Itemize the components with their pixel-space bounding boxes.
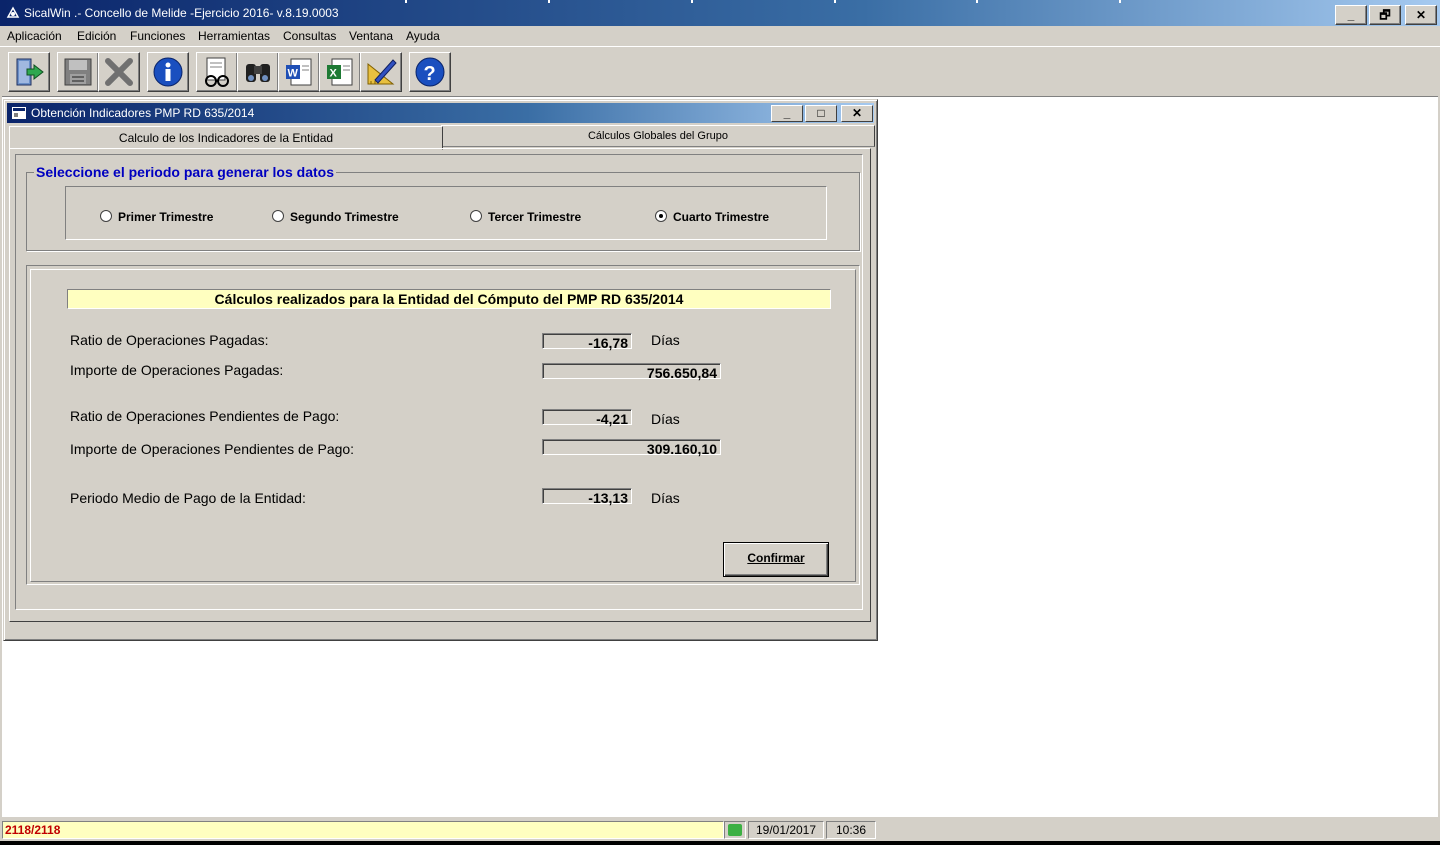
indicadores-panel: Primer Trimestre Segundo Trimestre Terce… — [15, 154, 863, 610]
app-title: SicalWin .- Concello de Melide -Ejercici… — [24, 6, 339, 20]
svg-text:X: X — [330, 68, 338, 80]
pmp-label: Periodo Medio de Pago de la Entidad: — [70, 490, 306, 506]
ratio-pendientes-value: -4,21 — [542, 409, 632, 427]
radio-button-icon — [100, 210, 112, 222]
preview-glasses-icon — [205, 57, 229, 87]
radio-label: Segundo Trimestre — [290, 210, 399, 224]
exit-door-icon — [16, 58, 44, 86]
child-window-title: Obtención Indicadores PMP RD 635/2014 — [31, 106, 255, 120]
delete-button[interactable] — [98, 52, 140, 92]
child-minimize-button[interactable]: _ — [771, 105, 803, 122]
window-icon — [12, 107, 26, 119]
menu-edicion[interactable]: Edición — [77, 29, 116, 43]
menu-ventana[interactable]: Ventana — [349, 29, 393, 43]
exit-button[interactable] — [8, 52, 50, 92]
radio-primer-trimestre[interactable]: Primer Trimestre — [100, 210, 213, 224]
svg-text:W: W — [288, 68, 299, 80]
ratio-pagadas-label: Ratio de Operaciones Pagadas: — [70, 332, 269, 348]
screen-bottom-edge — [0, 841, 1440, 845]
info-button[interactable] — [147, 52, 189, 92]
results-panel: Cálculos realizados para la Entidad del … — [30, 269, 856, 582]
importe-pagadas-label: Importe de Operaciones Pagadas: — [70, 362, 284, 378]
word-icon: W — [286, 58, 312, 86]
app-close-button[interactable]: ✕ — [1405, 5, 1437, 25]
radio-label: Primer Trimestre — [118, 210, 214, 224]
info-icon — [153, 57, 183, 87]
help-icon: ? — [415, 57, 445, 87]
app-title-bar: SicalWin .- Concello de Melide -Ejercici… — [0, 0, 1440, 26]
tab-calculos-globales[interactable]: Cálculos Globales del Grupo — [441, 125, 875, 147]
radio-label: Tercer Trimestre — [488, 210, 582, 224]
export-word-button[interactable]: W — [278, 52, 320, 92]
menu-herramientas[interactable]: Herramientas — [198, 29, 270, 43]
record-counter: 2118/2118 — [2, 821, 724, 839]
pmp-unit: Días — [651, 490, 680, 506]
sicalwin-app-icon — [6, 6, 20, 18]
app-restore-button[interactable]: 🗗 — [1369, 5, 1401, 25]
confirmar-button[interactable]: Confirmar — [723, 542, 829, 577]
export-excel-button[interactable]: X — [319, 52, 361, 92]
ratio-pendientes-unit: Días — [651, 411, 680, 427]
importe-pendientes-label: Importe de Operaciones Pendientes de Pag… — [70, 441, 355, 457]
pmp-value: -13,13 — [542, 488, 632, 506]
ratio-pendientes-label: Ratio de Operaciones Pendientes de Pago: — [70, 408, 340, 424]
importe-pendientes-value: 309.160,10 — [542, 439, 721, 457]
radio-segundo-trimestre[interactable]: Segundo Trimestre — [272, 210, 399, 224]
radio-button-icon — [470, 210, 482, 222]
edit-tools-button[interactable] — [360, 52, 402, 92]
connection-status-icon — [724, 821, 746, 839]
menu-aplicacion[interactable]: Aplicación — [7, 29, 62, 43]
radio-cuarto-trimestre[interactable]: Cuarto Trimestre — [655, 210, 769, 224]
save-button[interactable] — [57, 52, 99, 92]
menu-ayuda[interactable]: Ayuda — [406, 29, 440, 43]
period-group-box: Primer Trimestre Segundo Trimestre Terce… — [26, 172, 860, 251]
tab-panel: Primer Trimestre Segundo Trimestre Terce… — [9, 148, 871, 622]
child-maximize-button[interactable]: □ — [805, 105, 837, 122]
excel-icon: X — [327, 58, 353, 86]
svg-text:?: ? — [424, 63, 436, 85]
delete-x-icon — [105, 58, 133, 86]
indicadores-window: Obtención Indicadores PMP RD 635/2014 _ … — [3, 99, 878, 641]
importe-pagadas-value: 756.650,84 — [542, 363, 721, 381]
radio-button-selected-icon — [655, 210, 667, 222]
period-legend: Seleccione el periodo para generar los d… — [34, 164, 336, 180]
results-frame: Cálculos realizados para la Entidad del … — [26, 265, 860, 585]
title-bar-tick-marks — [0, 0, 1440, 3]
menu-bar: Aplicación Edición Funciones Herramienta… — [0, 26, 1440, 46]
child-close-button[interactable]: ✕ — [841, 105, 873, 122]
search-button[interactable] — [237, 52, 279, 92]
menu-consultas[interactable]: Consultas — [283, 29, 336, 43]
preview-button[interactable] — [196, 52, 238, 92]
child-title-bar: Obtención Indicadores PMP RD 635/2014 _ … — [7, 103, 874, 123]
ratio-pagadas-value: -16,78 — [542, 333, 632, 351]
binoculars-icon — [246, 64, 270, 82]
app-minimize-button[interactable]: _ — [1335, 5, 1367, 25]
radio-label: Cuarto Trimestre — [673, 210, 770, 224]
ratio-pagadas-unit: Días — [651, 332, 680, 348]
status-date: 19/01/2017 — [748, 821, 824, 839]
tab-calculo-indicadores[interactable]: Calculo de los Indicadores de la Entidad — [9, 126, 443, 150]
radio-button-icon — [272, 210, 284, 222]
results-title: Cálculos realizados para la Entidad del … — [67, 289, 831, 309]
toolbar: W X ? — [0, 46, 1440, 95]
status-time: 10:36 — [826, 821, 876, 839]
radio-tercer-trimestre[interactable]: Tercer Trimestre — [470, 210, 581, 224]
period-radio-box: Primer Trimestre Segundo Trimestre Terce… — [65, 186, 827, 240]
menu-funciones[interactable]: Funciones — [130, 29, 185, 43]
save-disk-icon — [64, 58, 92, 86]
help-button[interactable]: ? — [409, 52, 451, 92]
ruler-edit-icon — [367, 59, 397, 85]
